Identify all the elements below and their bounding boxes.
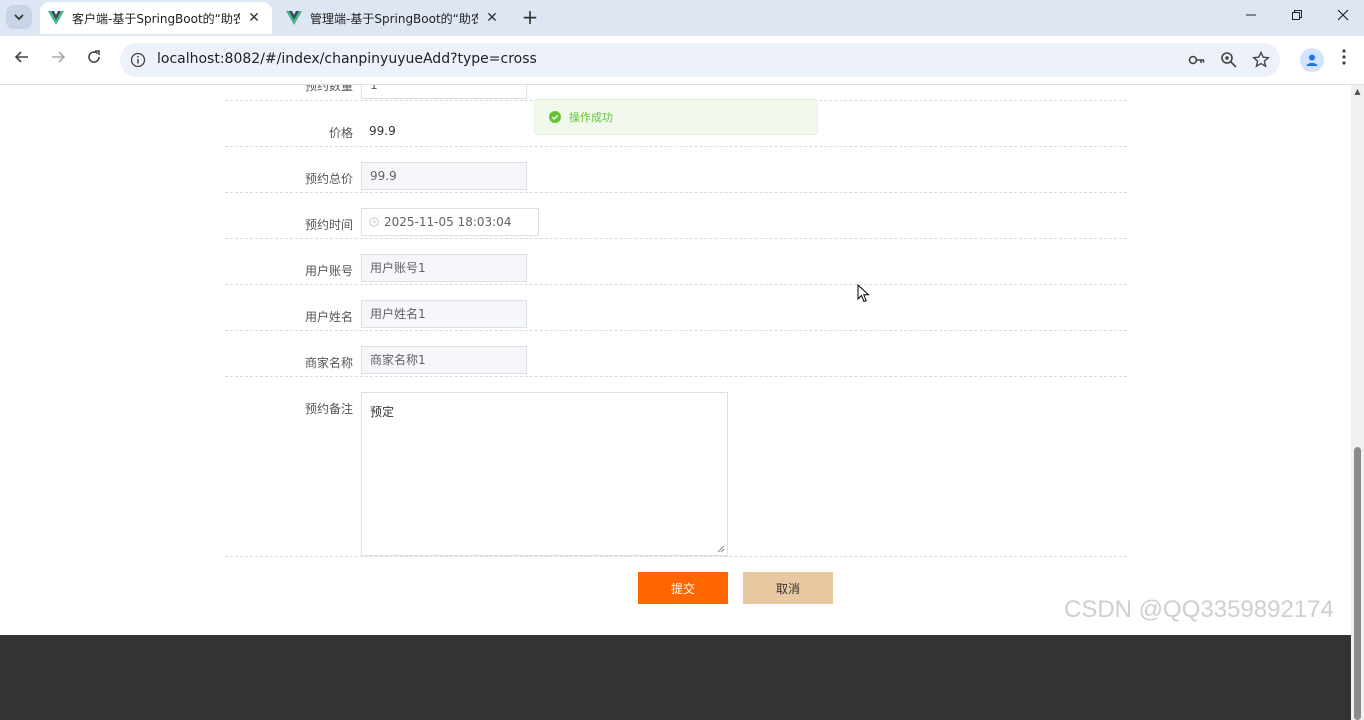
vue-logo-icon	[286, 10, 302, 26]
cancel-button[interactable]: 取消	[743, 572, 833, 604]
arrow-right-icon	[52, 51, 66, 63]
tab-title: 客户端-基于SpringBoot的“助农	[72, 11, 240, 26]
mouse-cursor-icon	[857, 284, 870, 303]
new-tab-button[interactable]: +	[518, 6, 542, 30]
check-circle-icon	[549, 111, 561, 123]
account-label: 用户账号	[304, 264, 353, 278]
remark-value: 预定	[370, 405, 395, 419]
menu-button[interactable]	[1336, 48, 1352, 72]
page-content: 预约数量 1 价格 99.9 预约总价 99.9 预约时间 2025-11-05…	[0, 85, 1351, 720]
quantity-input[interactable]: 1	[361, 85, 527, 99]
merchant-label: 商家名称	[304, 356, 353, 370]
browser-tab-client[interactable]: 客户端-基于SpringBoot的“助农 ✕	[40, 2, 272, 34]
close-icon[interactable]: ✕	[484, 10, 500, 26]
resize-handle-icon[interactable]	[717, 545, 725, 553]
total-label: 预约总价	[304, 172, 353, 186]
tab-title: 管理端-基于SpringBoot的“助农	[310, 11, 478, 26]
vertical-scrollbar[interactable]: ▲	[1351, 85, 1364, 720]
account-input[interactable]: 用户账号1	[361, 254, 527, 282]
total-input[interactable]: 99.9	[361, 162, 527, 190]
profile-button[interactable]	[1300, 48, 1324, 72]
minimize-icon	[1246, 14, 1256, 16]
success-message: 操作成功	[534, 99, 818, 135]
name-label: 用户姓名	[304, 310, 353, 324]
form-row-time: 预约时间 2025-11-05 18:03:04	[225, 192, 1127, 239]
vue-logo-icon	[48, 10, 64, 26]
submit-button[interactable]: 提交	[638, 572, 728, 604]
restore-icon	[1292, 10, 1302, 20]
zoom-icon[interactable]	[1220, 51, 1238, 69]
price-label: 价格	[328, 126, 353, 140]
toast-text: 操作成功	[569, 111, 613, 124]
tab-search-button[interactable]	[6, 5, 32, 29]
reload-button[interactable]	[82, 48, 106, 72]
close-window-button[interactable]	[1320, 4, 1364, 30]
time-label: 预约时间	[304, 218, 353, 232]
restore-button[interactable]	[1274, 4, 1320, 30]
scroll-up-icon[interactable]: ▲	[1353, 87, 1362, 96]
arrow-left-icon	[14, 51, 28, 63]
more-vert-icon	[1342, 49, 1346, 65]
form-row-remark: 预约备注 预定	[225, 376, 1127, 557]
form-row-total: 预约总价 99.9	[225, 146, 1127, 193]
info-icon[interactable]	[130, 52, 146, 68]
bookmark-star-icon[interactable]	[1252, 51, 1270, 69]
tab-strip: 客户端-基于SpringBoot的“助农 ✕ 管理端-基于SpringBoot的…	[0, 0, 1364, 36]
scrollbar-thumb[interactable]	[1354, 447, 1361, 720]
clock-icon	[369, 217, 379, 227]
back-button[interactable]	[10, 48, 34, 72]
quantity-label: 预约数量	[304, 85, 353, 93]
address-bar[interactable]: localhost:8082/#/index/chanpinyuyueAdd?t…	[120, 43, 1280, 77]
price-value: 99.9	[369, 124, 396, 138]
chevron-down-icon	[14, 14, 24, 21]
time-value: 2025-11-05 18:03:04	[384, 215, 512, 229]
person-icon	[1306, 54, 1318, 66]
form-row-account: 用户账号 用户账号1	[225, 238, 1127, 285]
remark-textarea[interactable]: 预定	[361, 392, 728, 556]
close-icon	[1337, 9, 1349, 21]
browser-tab-admin[interactable]: 管理端-基于SpringBoot的“助农 ✕	[278, 2, 510, 34]
form-row-name: 用户姓名 用户姓名1	[225, 284, 1127, 331]
remark-label: 预约备注	[304, 402, 353, 416]
time-picker[interactable]: 2025-11-05 18:03:04	[361, 208, 539, 236]
browser-toolbar: localhost:8082/#/index/chanpinyuyueAdd?t…	[0, 36, 1364, 85]
page-footer	[0, 635, 1351, 720]
watermark: CSDN @QQ3359892174	[1064, 596, 1334, 623]
url-text[interactable]: localhost:8082/#/index/chanpinyuyueAdd?t…	[157, 51, 537, 67]
minimize-button[interactable]	[1228, 4, 1274, 30]
key-icon[interactable]	[1188, 51, 1206, 69]
name-input[interactable]: 用户姓名1	[361, 300, 527, 328]
reload-icon	[88, 50, 100, 63]
close-icon[interactable]: ✕	[246, 10, 262, 26]
forward-button[interactable]	[46, 48, 70, 72]
form-row-merchant: 商家名称 商家名称1	[225, 330, 1127, 377]
merchant-input[interactable]: 商家名称1	[361, 346, 527, 374]
